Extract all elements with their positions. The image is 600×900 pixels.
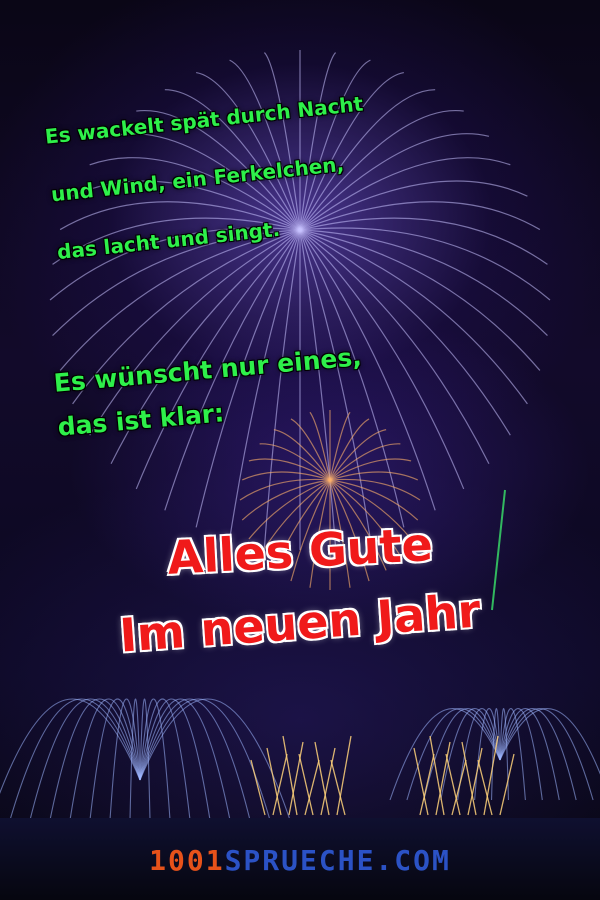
new-year-greeting: Alles Gute Im neuen Jahr xyxy=(40,515,560,662)
golden-sparks xyxy=(250,735,515,816)
watermark-number: 1001 xyxy=(149,844,225,877)
watermark-word: SPRUECHE.COM xyxy=(224,844,451,877)
watermark-logo: 1001SPRUECHE.COM xyxy=(0,844,600,877)
poem-stanza-1: Es wackelt spät durch Nacht und Wind, ei… xyxy=(42,75,378,281)
firework-fountain-left xyxy=(0,698,291,821)
greeting-card: Es wackelt spät durch Nacht und Wind, ei… xyxy=(0,0,600,900)
